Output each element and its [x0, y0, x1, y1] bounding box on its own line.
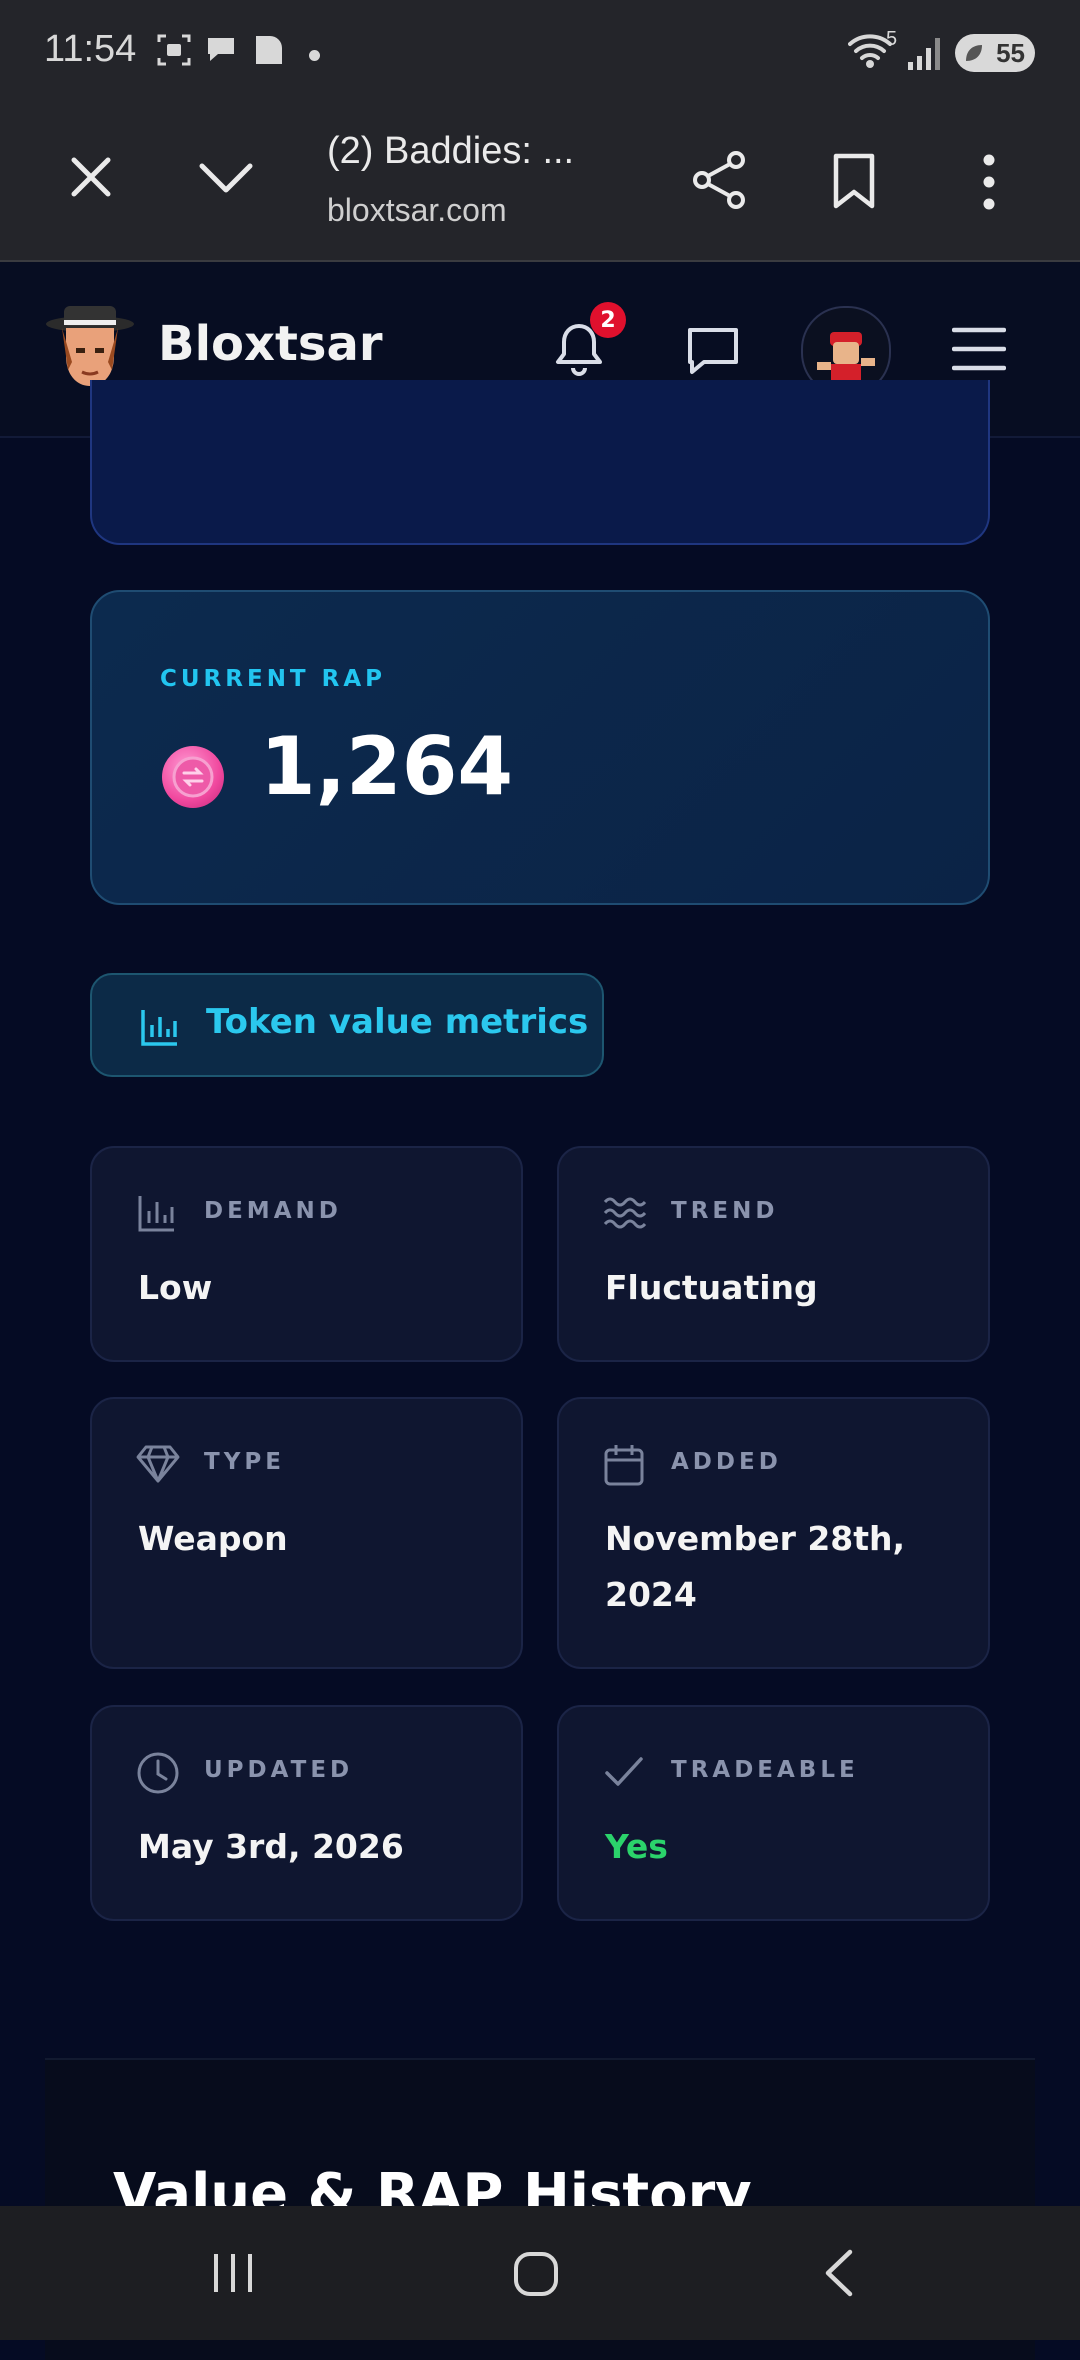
messages-icon[interactable]: [686, 326, 740, 376]
metric-card-added: ADDED November 28th, 2024: [557, 1397, 990, 1669]
bar-chart-icon: [138, 1196, 174, 1232]
current-rap-value: 1,264: [260, 720, 514, 813]
bookmark-icon[interactable]: [832, 152, 876, 210]
waves-icon: [603, 1197, 647, 1229]
metric-card-demand: DEMAND Low: [90, 1146, 523, 1362]
metric-label: DEMAND: [204, 1198, 342, 1224]
leaf-icon: [966, 45, 982, 61]
clock-icon: [137, 1752, 179, 1794]
calendar-icon: [604, 1445, 644, 1486]
chevron-down-icon[interactable]: [198, 160, 254, 196]
recent-apps-icon[interactable]: [210, 2250, 256, 2296]
screenshot-icon: [157, 34, 191, 66]
close-icon[interactable]: [68, 154, 114, 200]
metric-label: TRADEABLE: [671, 1757, 859, 1783]
logo-icon[interactable]: [44, 300, 136, 392]
diamond-icon: [136, 1445, 180, 1483]
metric-value-tradeable: Yes: [605, 1827, 668, 1866]
signal-icon: [908, 38, 940, 70]
metric-label: TYPE: [204, 1449, 285, 1475]
token-value-metrics-button[interactable]: Token value metrics: [90, 973, 604, 1077]
metric-label: TREND: [671, 1198, 779, 1224]
metric-value: Weapon: [138, 1519, 288, 1558]
token-value-metrics-label: Token value metrics: [206, 1002, 589, 1042]
previous-value-card: [90, 380, 990, 545]
metric-label: ADDED: [671, 1449, 782, 1475]
notification-dot: [309, 50, 320, 61]
metric-value: May 3rd, 2026: [138, 1827, 404, 1866]
metric-card-trend: TREND Fluctuating: [557, 1146, 990, 1362]
tab-title: (2) Baddies: ...: [327, 130, 575, 172]
url-text[interactable]: bloxtsar.com: [327, 192, 507, 229]
rap-coin-icon: [162, 746, 224, 808]
brand-name[interactable]: Bloxtsar: [158, 316, 383, 372]
metric-card-tradeable: TRADEABLE Yes: [557, 1705, 990, 1921]
battery-indicator: 55: [955, 34, 1035, 72]
metric-value: Low: [138, 1268, 213, 1307]
status-bar: 11:54 5 55: [0, 0, 1080, 112]
battery-level: 55: [996, 37, 1025, 68]
home-icon[interactable]: [512, 2250, 560, 2298]
app-icon: [256, 36, 282, 64]
metric-card-updated: UPDATED May 3rd, 2026: [90, 1705, 523, 1921]
more-options-icon[interactable]: [980, 152, 998, 212]
current-rap-label: CURRENT RAP: [160, 666, 387, 692]
metric-card-type: TYPE Weapon: [90, 1397, 523, 1669]
share-icon[interactable]: [692, 150, 748, 210]
metric-value: November 28th, 2024: [605, 1519, 906, 1614]
browser-toolbar: (2) Baddies: ... bloxtsar.com: [0, 112, 1080, 262]
system-nav-bar: [0, 2206, 1080, 2340]
current-rap-card: CURRENT RAP 1,264: [90, 590, 990, 905]
check-icon: [605, 1757, 643, 1786]
chat-bubble-icon: [208, 38, 234, 61]
back-icon[interactable]: [820, 2248, 856, 2298]
metric-value: Fluctuating: [605, 1268, 818, 1307]
status-time: 11:54: [44, 28, 137, 70]
metric-label: UPDATED: [204, 1757, 354, 1783]
bar-chart-icon: [141, 1010, 177, 1046]
notification-badge: 2: [590, 302, 626, 338]
network-indicator: 5: [886, 28, 898, 50]
menu-icon[interactable]: [952, 326, 1006, 372]
